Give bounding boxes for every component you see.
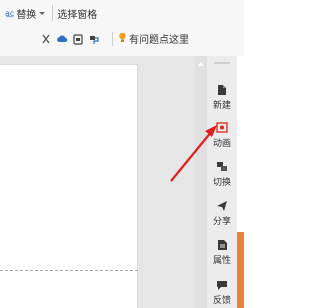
help-link[interactable]: 有问题点这里: [118, 31, 189, 46]
task-pane-item-switch[interactable]: 切换: [207, 160, 237, 188]
accent-edge-strip: [237, 232, 244, 308]
ribbon-edge: [244, 0, 281, 56]
help-text: 有问题点这里: [129, 35, 189, 46]
vertical-scrollbar[interactable]: [195, 56, 207, 308]
replace-icon: a͟c: [5, 8, 15, 18]
task-pane-label: 属性: [212, 256, 231, 266]
animation-icon: [216, 121, 228, 135]
task-pane-item-feedback[interactable]: 反馈: [207, 278, 237, 306]
task-pane-item-new[interactable]: 新建: [207, 83, 237, 111]
feedback-icon: [216, 278, 228, 292]
task-pane-label: 反馈: [212, 296, 231, 306]
task-pane-grip: [214, 62, 230, 64]
replace-label: 替换: [16, 9, 37, 21]
slide-canvas[interactable]: [0, 64, 138, 308]
task-pane-item-animation[interactable]: 动画: [207, 121, 237, 149]
scissors-icon[interactable]: [40, 32, 52, 46]
scroll-up-icon[interactable]: [198, 62, 204, 66]
lightbulb-icon: [118, 32, 127, 46]
switch-icon: [216, 160, 228, 174]
ribbon-row-top: a͟c 替换 选择窗格: [0, 0, 244, 26]
divider: [112, 32, 113, 46]
template-icon[interactable]: [72, 32, 84, 46]
properties-icon: [217, 238, 228, 252]
share-icon: [216, 199, 228, 213]
task-pane-label: 新建: [212, 101, 231, 111]
new-doc-icon: [217, 83, 227, 97]
slide-boundary-line: [0, 270, 138, 271]
task-pane-label: 切换: [212, 178, 231, 188]
task-pane-label: 动画: [212, 139, 231, 149]
replace-button[interactable]: a͟c 替换: [2, 3, 48, 23]
divider: [52, 5, 54, 21]
task-pane-item-share[interactable]: 分享: [207, 199, 237, 227]
cloud-icon[interactable]: [56, 32, 68, 46]
chevron-down-icon: [39, 11, 46, 15]
task-pane-item-properties[interactable]: 属性: [207, 238, 237, 266]
ribbon-row-bottom: 有问题点这里: [0, 30, 244, 50]
task-pane-label: 分享: [212, 217, 231, 227]
select-pane-button[interactable]: 选择窗格: [57, 6, 97, 21]
format-painter-icon[interactable]: [88, 32, 100, 46]
